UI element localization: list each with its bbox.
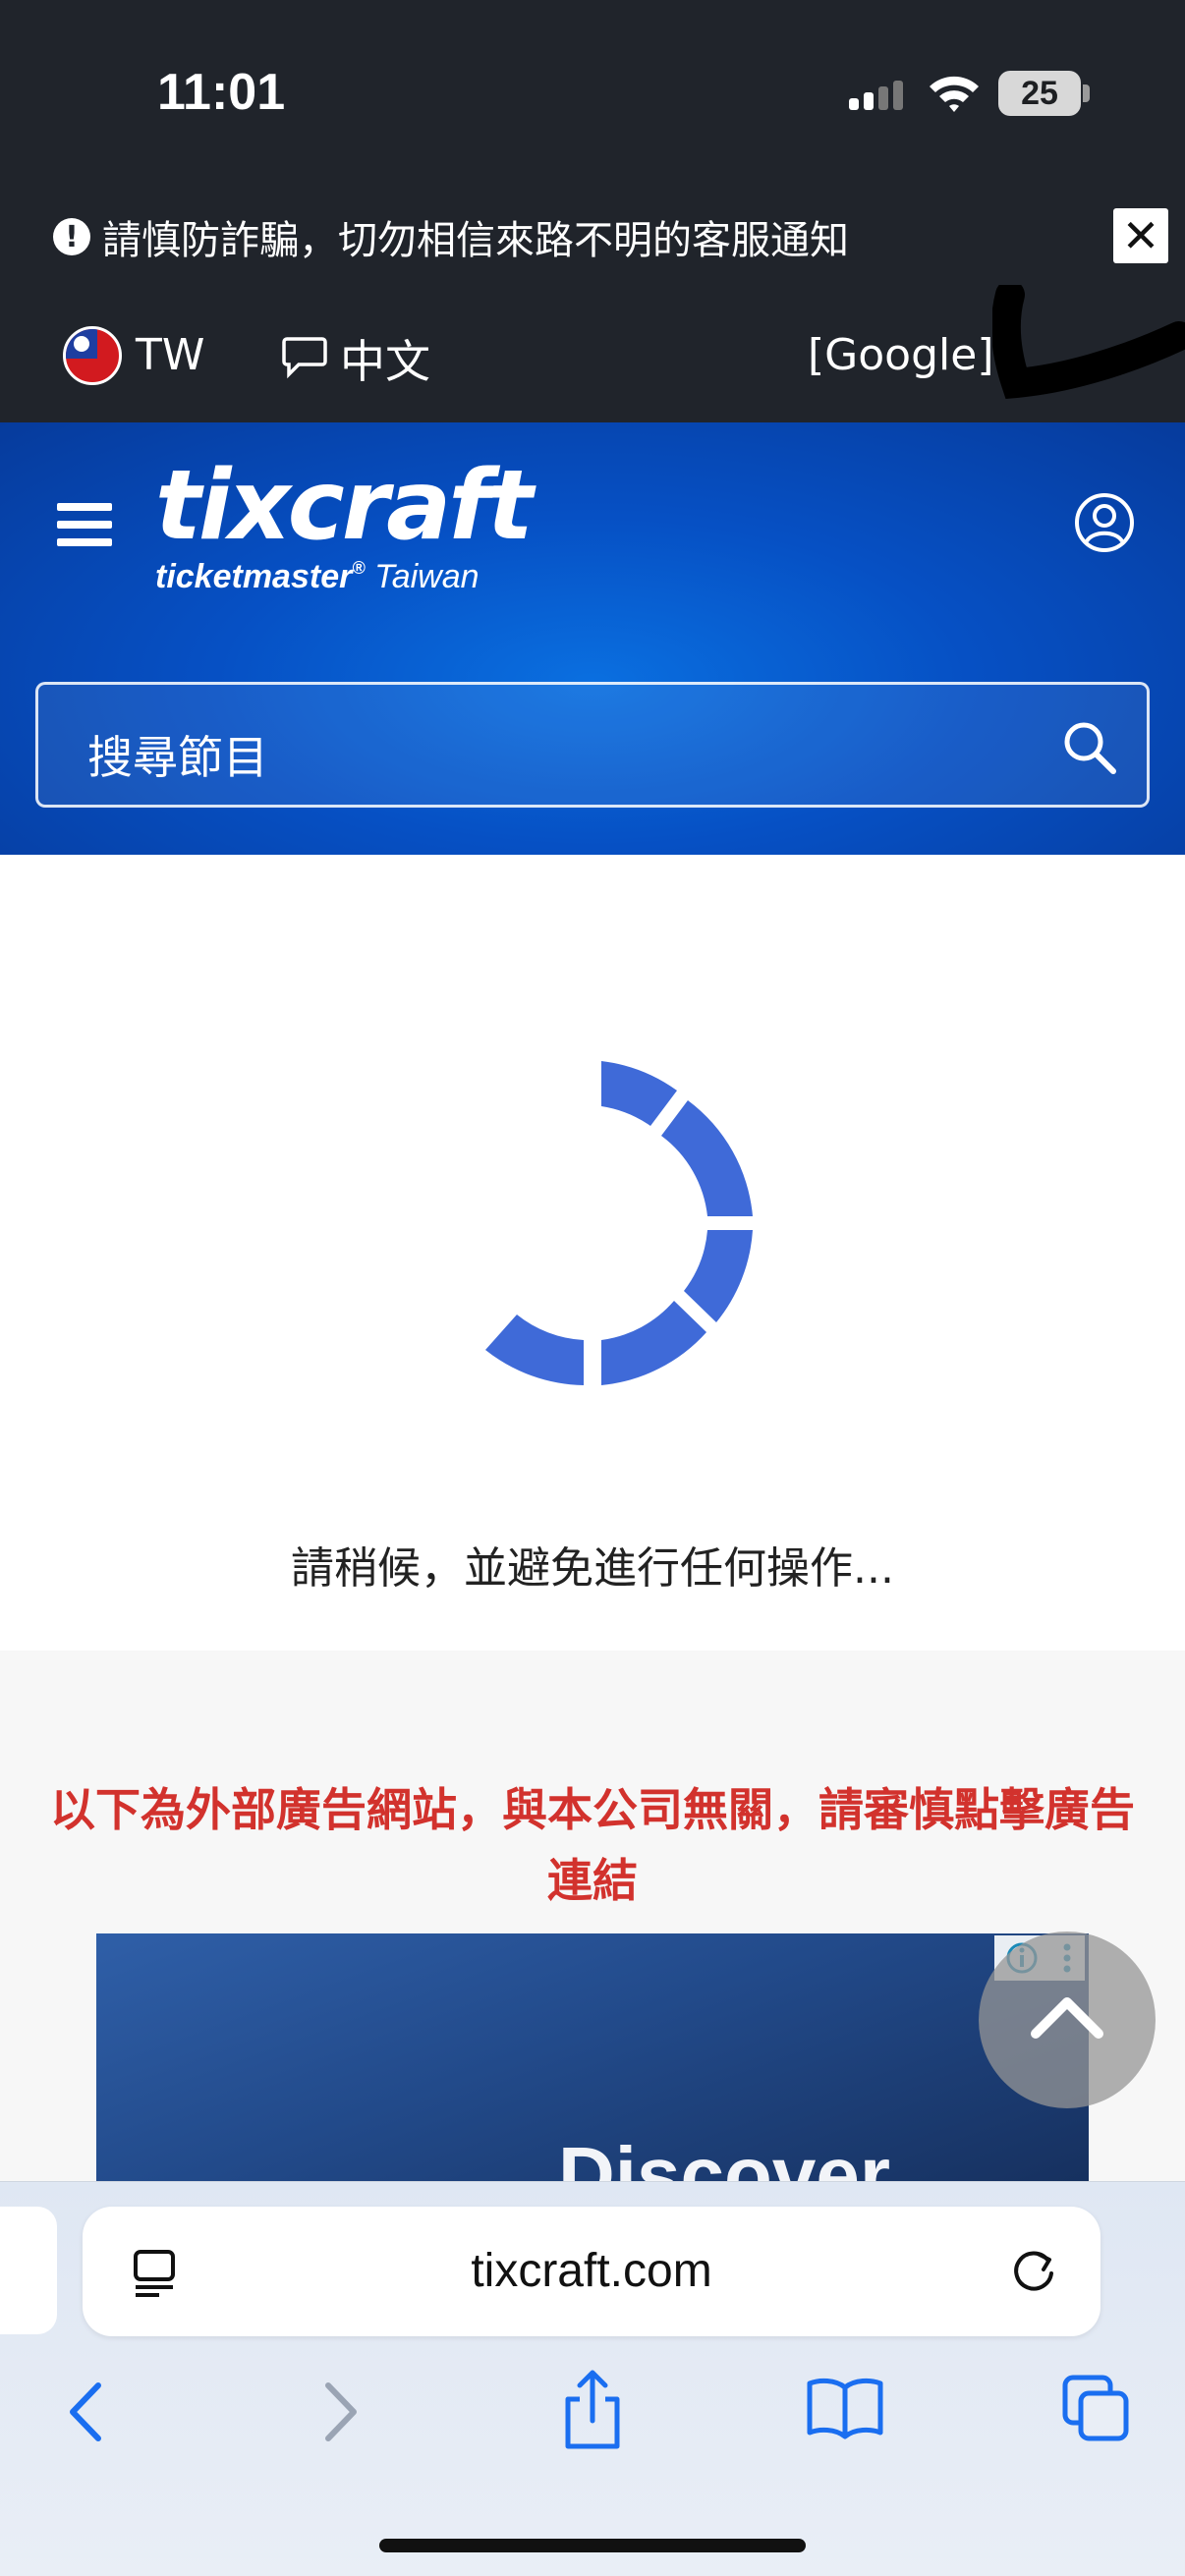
chat-icon[interactable]	[281, 334, 328, 379]
ad-notice: 以下為外部廣告網站，與本公司無關，請審慎點擊廣告連結	[50, 1783, 1135, 1907]
logo-main: tixcraft	[155, 450, 534, 562]
battery-icon: 25	[998, 71, 1081, 116]
signal-icon	[849, 81, 903, 110]
tabs-icon[interactable]	[1061, 2374, 1132, 2444]
search-input[interactable]: 搜尋節目	[87, 722, 268, 787]
home-indicator	[379, 2539, 806, 2552]
loading-message: 請稍候，並避免進行任何操作...	[291, 1543, 894, 1594]
warning-banner: ! 請慎防詐騙，切勿相信來路不明的客服通知	[53, 208, 849, 265]
address-bar[interactable]: tixcraft.com	[83, 2207, 1100, 2336]
chevron-up-icon	[1031, 1997, 1103, 2039]
flag-icon[interactable]	[63, 326, 122, 385]
close-icon[interactable]: ✕	[1113, 208, 1168, 263]
google-translate-link[interactable]: [Google]	[808, 330, 994, 380]
language-label[interactable]: 中文	[340, 326, 430, 391]
menu-icon[interactable]	[57, 503, 112, 548]
ad-banner[interactable]: Discover	[96, 1933, 1089, 2189]
wifi-icon	[930, 76, 979, 112]
warning-icon: !	[53, 218, 90, 255]
loading-spinner	[485, 1061, 753, 1385]
search-icon[interactable]	[1060, 718, 1119, 777]
tixcraft-logo[interactable]: tixcraft ticketmaster® Taiwan	[155, 450, 534, 596]
share-icon[interactable]	[558, 2368, 627, 2452]
bookmarks-icon[interactable]	[806, 2376, 884, 2440]
user-icon[interactable]	[1073, 491, 1136, 554]
redaction-scribble	[992, 285, 1185, 399]
ad-banner-text: Discover	[558, 2131, 890, 2189]
url-text[interactable]: tixcraft.com	[83, 2244, 1100, 2298]
page: 11:01 25 ! 請慎防詐騙，切勿相信來路不明的客服通知 ✕ TW 中文 […	[0, 0, 1185, 2576]
back-icon[interactable]	[61, 2378, 110, 2446]
status-time: 11:01	[157, 64, 286, 121]
forward-icon[interactable]	[316, 2378, 366, 2446]
logo-sub: ticketmaster® Taiwan	[155, 558, 480, 595]
previous-tab-preview[interactable]	[0, 2207, 57, 2334]
region-label[interactable]: TW	[136, 330, 204, 380]
scroll-to-top-button[interactable]	[979, 1932, 1156, 2108]
warning-text: 請慎防詐騙，切勿相信來路不明的客服通知	[102, 218, 849, 263]
reload-icon[interactable]	[1008, 2246, 1059, 2297]
battery-cap	[1083, 84, 1090, 102]
search-box[interactable]: 搜尋節目	[35, 682, 1150, 808]
